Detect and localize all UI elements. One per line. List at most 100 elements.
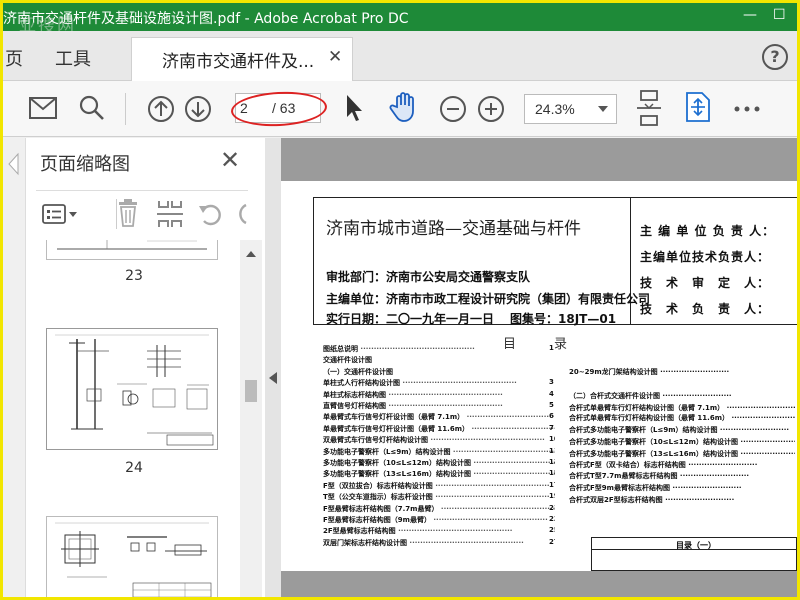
options-menu-icon[interactable]	[42, 203, 78, 225]
thumbnail-page-24[interactable]	[46, 328, 218, 450]
collapse-rail-icon[interactable]	[7, 152, 19, 176]
close-icon[interactable]: ✕	[220, 146, 240, 174]
tab-document[interactable]: 济南市交通杆件及... ✕	[131, 37, 353, 81]
rotate-right-icon[interactable]	[234, 201, 248, 227]
toc-entry: T型（公交车道指示）标志杆设计图 ·······················…	[323, 492, 555, 502]
toc-entry-text: F型悬臂标志杆结构图（7.7m悬臂）	[323, 504, 439, 513]
toc-leader-dots: ········································…	[432, 493, 550, 502]
chevron-down-icon	[598, 106, 608, 112]
thumbnail-page-23[interactable]	[46, 240, 218, 260]
toc-leader-dots: ········································…	[386, 402, 503, 410]
toc-entry: 合杆式T型7.7m悬臂标志杆结构图 ······················…	[569, 472, 750, 480]
document-title: 济南市城市道路—交通基础与杆件	[326, 219, 581, 239]
toc-entry: （二）合杆式交通杆件设计图 ··························	[569, 392, 732, 400]
toc-entry-text: 单柱式标志杆结构图	[323, 390, 386, 399]
scrollbar-thumb[interactable]	[245, 380, 257, 402]
more-icon[interactable]	[734, 105, 760, 113]
toc-entry: 多功能电子警察杆（13≤L≤16m）结构设计图 ················…	[323, 469, 555, 479]
toc-entry: F型（双拉拔合）标志杆结构设计图 ·······················…	[323, 481, 555, 491]
page-thumbnails-panel: 页面缩略图 ✕ 23 24	[25, 138, 265, 597]
toc-entry-text: 多功能电子警察杆（L≤9m）结构设计图	[323, 447, 451, 456]
scroll-up-icon[interactable]	[245, 250, 257, 258]
title-bar: 济南市交通杆件及基础设施设计图.pdf - Adobe Acrobat Pro …	[3, 3, 797, 36]
thumbnail-page-25[interactable]	[46, 516, 218, 597]
help-icon[interactable]: ?	[762, 44, 788, 70]
toc-leader-dots: ········································…	[473, 459, 555, 467]
toc-entry-text: 2F型悬臂标志杆结构图	[323, 527, 396, 536]
toc-leader-dots: ········································…	[452, 447, 555, 456]
next-page-icon[interactable]	[184, 95, 212, 123]
panel-collapse-handle[interactable]	[265, 138, 281, 597]
toc-entry: F型悬臂标志杆结构图（7.7m悬臂） ·····················…	[323, 504, 555, 514]
toc-entry-page: 19	[549, 492, 555, 501]
zoom-select[interactable]: 24.3%	[524, 94, 617, 124]
previous-page-icon[interactable]	[147, 95, 175, 123]
right-label-3: 技 术 审 定 人：	[640, 276, 771, 290]
toc-entry: F型悬臂标志杆结构图（9m悬臂） ·······················…	[323, 515, 555, 525]
page-fit-icon[interactable]	[635, 89, 663, 127]
toc-entry-text: 多功能电子警察杆（13≤L≤16m）结构设计图	[323, 470, 471, 479]
zoom-out-icon[interactable]	[439, 95, 467, 123]
toc-entry: 直臂信号灯杆结构图 ······························…	[323, 401, 555, 411]
toc-leader-dots: ········································…	[466, 413, 555, 422]
toc-entry: 单悬臂式车行信号灯杆设计图（悬臂 7.1m） ·················…	[323, 412, 555, 422]
minimize-button[interactable]: —	[743, 7, 757, 23]
toc-entry: 合杆式多功能电子警察杆（13≤L≤16m）结构设计图 ·············…	[569, 450, 795, 458]
maximize-button[interactable]: ☐	[773, 7, 786, 23]
fit-page-icon[interactable]	[685, 91, 711, 123]
toc-leader-dots: ········································…	[438, 504, 555, 513]
stamp-divider	[592, 549, 796, 550]
toc-entry: 单柱式人行杆结构设计图 ····························…	[323, 378, 555, 388]
document-view[interactable]: 济南市城市道路—交通基础与杆件 审批部门：济南市公安局交通警察支队 主编单位：济…	[281, 138, 797, 597]
search-icon[interactable]	[79, 95, 105, 121]
tab-tools[interactable]: 工具	[55, 45, 91, 71]
toc-entry: 2F型悬臂标志杆结构图 ····························…	[323, 526, 555, 536]
toc-entry: （一）交通杆件设计图	[323, 367, 555, 377]
mail-icon[interactable]	[29, 97, 57, 119]
thumbnail-label: 23	[125, 268, 143, 284]
toc-entry: 单悬臂式车行信号灯杆设计图（悬臂 11.6m） ················…	[323, 424, 555, 434]
rotate-left-icon[interactable]	[198, 201, 224, 227]
insert-pages-icon[interactable]	[156, 199, 184, 229]
application-window: 济南市交通杆件及基础设施设计图.pdf - Adobe Acrobat Pro …	[0, 0, 800, 600]
toc-entry-page: 27	[549, 537, 555, 546]
toc-entry: 多功能电子警察杆（10≤L≤12m）结构设计图 ················…	[323, 458, 555, 468]
toc-entry-text: 交通杆件设计图	[323, 356, 372, 365]
collapse-left-icon[interactable]	[268, 371, 278, 385]
left-rail	[3, 138, 25, 597]
thumbnail-scrollbar[interactable]	[240, 240, 262, 597]
toc-leader-dots: ········································…	[432, 481, 550, 490]
toc-leader-dots: ········································…	[400, 379, 517, 388]
tab-close-icon[interactable]: ✕	[328, 47, 342, 67]
editor-line: 主编单位：济南市市政工程设计研究院（集团）有限责任公司	[326, 292, 651, 306]
toc-entry-text: 直臂信号灯杆结构图	[323, 402, 386, 410]
approver-line: 审批部门：济南市公安局交通警察支队	[326, 270, 531, 284]
hand-tool-icon[interactable]	[389, 91, 419, 123]
toc-entry: 20~29m龙门架结构设计图 ·························…	[569, 368, 730, 376]
toc-entry-page: 21	[549, 503, 555, 512]
toc-entry-page: 13	[549, 458, 555, 466]
zoom-in-icon[interactable]	[477, 95, 505, 123]
toc-entry-page: 11	[549, 446, 555, 455]
toc-entry-page: 17	[549, 480, 555, 489]
toc-entry-page: 15	[549, 469, 555, 478]
trash-icon[interactable]	[116, 199, 140, 227]
toc-entry-page: 4	[549, 389, 554, 398]
title-block: 济南市城市道路—交通基础与杆件 审批部门：济南市公安局交通警察支队 主编单位：济…	[313, 197, 797, 326]
toc-entry-text: 单悬臂式车行信号灯杆设计图（悬臂 11.6m）	[323, 424, 470, 433]
toc-entry-page: 3	[549, 378, 554, 387]
right-label-2: 主编单位技术负责人：	[640, 250, 771, 264]
tab-home[interactable]: 页	[5, 45, 23, 71]
toc-leader-dots: ········································…	[407, 538, 524, 547]
toc-leader-dots: ········································…	[428, 436, 545, 445]
zoom-value: 24.3%	[535, 101, 575, 117]
toc-entry-page: 6	[549, 412, 554, 421]
panel-title: 页面缩略图	[40, 154, 130, 175]
select-cursor-icon[interactable]	[343, 93, 365, 123]
toc-leader-dots: ········································…	[395, 527, 513, 536]
toc-leader-dots: ········································…	[471, 424, 555, 433]
toc-entry: 双悬臂式车行信号灯杆结构设计图 ························…	[323, 435, 555, 445]
toc-entry: 合杆式F型9m悬臂标志杆结构图 ························…	[569, 484, 742, 492]
toolbar: / 63 24.3%	[3, 81, 797, 137]
toc-entry-text: （一）交通杆件设计图	[323, 367, 393, 376]
